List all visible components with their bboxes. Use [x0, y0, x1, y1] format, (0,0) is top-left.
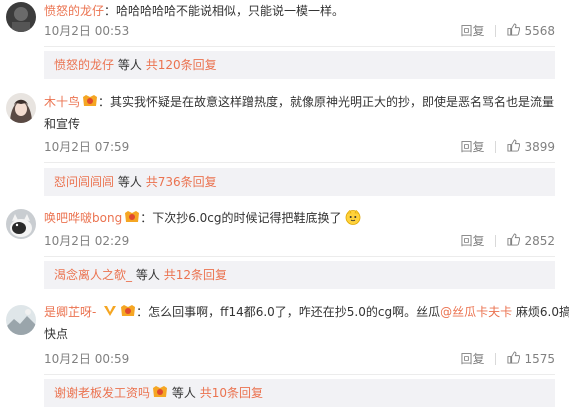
- comment-text-continued: 快点: [44, 327, 69, 341]
- reply-total-link[interactable]: 共120条回复: [146, 58, 217, 72]
- comment-time: 10月2日 07:59: [44, 140, 130, 154]
- comment-meta: 10月2日 07:59 回复 3899: [44, 138, 555, 156]
- like-count: 2852: [524, 234, 555, 248]
- separator: [495, 25, 497, 37]
- others-label: 等人: [117, 175, 142, 189]
- verified-v-icon: [104, 306, 117, 316]
- reply-button[interactable]: 回复: [460, 350, 484, 368]
- like-button[interactable]: 2852: [507, 232, 555, 250]
- divider: [44, 162, 555, 163]
- reply-button[interactable]: 回复: [460, 138, 484, 156]
- comment-meta: 10月2日 00:59 回复 1575: [44, 350, 555, 368]
- cat-avatar-icon: [6, 209, 36, 239]
- comment-text-continued: 和宣传: [44, 117, 81, 131]
- mention-link[interactable]: @丝瓜卡夫卡: [440, 305, 512, 319]
- divider: [44, 256, 555, 257]
- comment-content: ：哈哈哈哈哈不能说相似，只能说一模一样。: [104, 4, 345, 18]
- comment-username[interactable]: 是卿芷呀-: [44, 305, 96, 319]
- avatar[interactable]: [6, 93, 36, 123]
- avatar[interactable]: [6, 2, 36, 32]
- thumbs-up-icon: [507, 233, 521, 246]
- member-badge-icon: [153, 386, 168, 397]
- reply-summary[interactable]: 渴念离人之欹_ 等人 共12条回复: [44, 261, 555, 289]
- comment-content-continued: 麻烦6.0搞: [512, 305, 569, 319]
- reply-username[interactable]: 愤怒的龙仔: [54, 58, 114, 72]
- member-badge-icon: [121, 305, 136, 316]
- others-label: 等人: [117, 58, 142, 72]
- separator: [495, 353, 497, 365]
- divider: [44, 46, 555, 47]
- comment-content: ：下次抄6.0cg的时候记得把鞋底换了: [140, 211, 342, 225]
- like-count: 5568: [524, 24, 555, 38]
- anime-avatar-icon: [6, 93, 36, 123]
- reply-total-link[interactable]: 共736条回复: [146, 175, 217, 189]
- emoji-face-icon: [345, 209, 361, 225]
- member-badge-icon: [125, 211, 140, 222]
- comment-text: 愤怒的龙仔：哈哈哈哈哈不能说相似，只能说一模一样。: [44, 0, 344, 22]
- reply-button[interactable]: 回复: [460, 22, 484, 40]
- comment-content: ：怎么回事啊，ff14都6.0了，咋还在抄5.0的cg啊。丝瓜: [136, 305, 441, 319]
- comment-text: 唤吧哗啵bong ：下次抄6.0cg的时候记得把鞋底换了: [44, 207, 361, 229]
- separator: [495, 235, 497, 247]
- avatar[interactable]: [6, 305, 36, 335]
- landscape-avatar-icon: [6, 305, 36, 335]
- comment-meta: 10月2日 02:29 回复 2852: [44, 232, 555, 250]
- dark-avatar-icon: [6, 2, 36, 32]
- thumbs-up-icon: [507, 23, 521, 36]
- like-button[interactable]: 1575: [507, 350, 555, 368]
- comment-time: 10月2日 02:29: [44, 234, 130, 248]
- reply-total-link[interactable]: 共10条回复: [200, 386, 263, 400]
- member-badge-icon: [83, 95, 98, 106]
- comment-content: ：其实我怀疑是在故意这样蹭热度，就像原神光明正大的抄，即使是恶名骂名也是流量: [98, 95, 555, 109]
- like-count: 3899: [524, 140, 555, 154]
- thumbs-up-icon: [507, 139, 521, 152]
- reply-username[interactable]: 谢谢老板发工资吗: [54, 386, 150, 400]
- comment-text: 是卿芷呀- ：怎么回事啊，ff14都6.0了，咋还在抄5.0的cg啊。丝瓜@丝瓜…: [44, 301, 569, 323]
- reply-button[interactable]: 回复: [460, 232, 484, 250]
- comment-username[interactable]: 愤怒的龙仔: [44, 4, 104, 18]
- reply-username[interactable]: 怼问闾闾闾: [54, 175, 114, 189]
- like-button[interactable]: 3899: [507, 138, 555, 156]
- like-count: 1575: [524, 352, 555, 366]
- comment-time: 10月2日 00:59: [44, 352, 130, 366]
- separator: [495, 141, 497, 153]
- comment-text: 木十鸟 ：其实我怀疑是在故意这样蹭热度，就像原神光明正大的抄，即使是恶名骂名也是流…: [44, 91, 554, 113]
- reply-summary[interactable]: 怼问闾闾闾 等人 共736条回复: [44, 168, 555, 196]
- reply-username[interactable]: 渴念离人之欹_: [54, 268, 132, 282]
- reply-summary[interactable]: 谢谢老板发工资吗 等人 共10条回复: [44, 379, 555, 407]
- comment-username[interactable]: 木十鸟: [44, 95, 80, 109]
- others-label: 等人: [135, 268, 160, 282]
- reply-summary[interactable]: 愤怒的龙仔 等人 共120条回复: [44, 51, 555, 79]
- like-button[interactable]: 5568: [507, 22, 555, 40]
- reply-total-link[interactable]: 共12条回复: [164, 268, 227, 282]
- divider: [44, 374, 555, 375]
- thumbs-up-icon: [507, 351, 521, 364]
- others-label: 等人: [171, 386, 196, 400]
- avatar[interactable]: [6, 209, 36, 239]
- comment-meta: 10月2日 00:53 回复 5568: [44, 22, 555, 40]
- comment-username[interactable]: 唤吧哗啵bong: [44, 211, 122, 225]
- comment-time: 10月2日 00:53: [44, 24, 130, 38]
